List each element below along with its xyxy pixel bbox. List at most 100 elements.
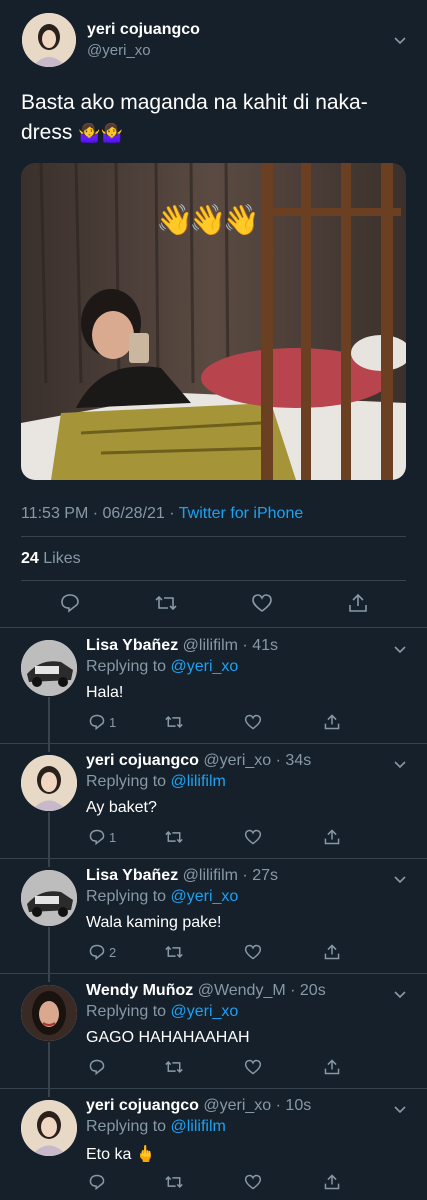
reply-header: yeri cojuangco @yeri_xo · 34s — [86, 752, 311, 770]
divider — [21, 580, 406, 581]
replying-to-label: Replying to — [86, 888, 167, 905]
replying-to-handle[interactable]: @yeri_xo — [171, 888, 239, 905]
separator: · — [169, 505, 175, 522]
like-icon[interactable] — [244, 713, 262, 731]
reply-text: Hala! — [86, 684, 124, 701]
replying-to-handle[interactable]: @lilifilm — [171, 773, 226, 790]
reply-text: Eto ka 🖕 — [86, 1146, 156, 1163]
replying-to-handle[interactable]: @lilifilm — [171, 1118, 226, 1135]
reply-header: Lisa Ybañez @lilifilm · 41s — [86, 637, 278, 655]
reply-author-name[interactable]: yeri cojuangco — [86, 752, 199, 769]
more-options-icon[interactable] — [392, 33, 408, 54]
share-icon[interactable] — [323, 1058, 341, 1076]
shrug-emoji: 🤷‍♀️🤷‍♀️ — [78, 123, 124, 143]
likes-label: Likes — [43, 550, 81, 567]
reply-handle-time[interactable]: @lilifilm · 27s — [183, 867, 278, 884]
tweet-text-word: dress — [21, 121, 73, 144]
more-options-icon[interactable] — [392, 642, 408, 663]
reply-text: GAGO HAHAHAAHAH — [86, 1029, 250, 1046]
replying-to: Replying to @lilifilm — [86, 773, 226, 791]
retweet-icon[interactable] — [154, 592, 178, 614]
like-icon[interactable] — [251, 592, 273, 614]
reply-author-name[interactable]: Lisa Ybañez — [86, 867, 178, 884]
avatar[interactable] — [21, 985, 77, 1041]
reply-header: Lisa Ybañez @lilifilm · 27s — [86, 867, 278, 885]
likes-stat[interactable]: 24 Likes — [21, 550, 81, 568]
reply-icon[interactable] — [88, 1173, 109, 1191]
tweet-date[interactable]: 06/28/21 — [103, 505, 165, 522]
more-options-icon[interactable] — [392, 872, 408, 893]
avatar[interactable] — [21, 640, 77, 696]
more-options-icon[interactable] — [392, 1102, 408, 1123]
avatar[interactable] — [22, 13, 76, 67]
reply-text: Ay baket? — [86, 799, 157, 816]
reply-author-name[interactable]: Wendy Muñoz — [86, 982, 193, 999]
replying-to: Replying to @yeri_xo — [86, 658, 238, 676]
reply-count: 1 — [109, 714, 117, 730]
reply-header: yeri cojuangco @yeri_xo · 10s — [86, 1097, 311, 1115]
retweet-icon[interactable] — [164, 828, 184, 846]
like-icon[interactable] — [244, 943, 262, 961]
author-name[interactable]: yeri cojuangco — [87, 21, 200, 39]
reply-author-name[interactable]: yeri cojuangco — [86, 1097, 199, 1114]
replying-to: Replying to @yeri_xo — [86, 888, 238, 906]
reply-icon[interactable] — [88, 1058, 109, 1076]
retweet-icon[interactable] — [164, 1173, 184, 1191]
avatar[interactable] — [21, 1100, 77, 1156]
replying-to-handle[interactable]: @yeri_xo — [171, 1003, 239, 1020]
divider — [0, 743, 427, 744]
replying-to: Replying to @lilifilm — [86, 1118, 226, 1136]
reply-header: Wendy Muñoz @Wendy_M · 20s — [86, 982, 326, 1000]
divider — [0, 627, 427, 628]
reply-icon[interactable]: 1 — [88, 713, 116, 731]
divider — [0, 858, 427, 859]
wave-emoji-overlay: 👋👋👋 — [156, 204, 260, 237]
tweet-text-line: dress 🤷‍♀️🤷‍♀️ — [21, 118, 411, 148]
replying-to-label: Replying to — [86, 658, 167, 675]
tweet-photo[interactable]: 👋👋👋 — [21, 163, 406, 480]
likes-count: 24 — [21, 550, 39, 567]
avatar[interactable] — [21, 870, 77, 926]
timestamp-row: 11:53 PM · 06/28/21 · Twitter for iPhone — [21, 505, 303, 523]
divider — [0, 1088, 427, 1089]
tweet-time[interactable]: 11:53 PM — [21, 505, 88, 522]
replying-to: Replying to @yeri_xo — [86, 1003, 238, 1021]
reply-text: Wala kaming pake! — [86, 914, 222, 931]
author-handle[interactable]: @yeri_xo — [87, 42, 151, 59]
replying-to-label: Replying to — [86, 1118, 167, 1135]
retweet-icon[interactable] — [164, 943, 184, 961]
reply-handle-time[interactable]: @lilifilm · 41s — [183, 637, 278, 654]
like-icon[interactable] — [244, 1058, 262, 1076]
separator: · — [92, 505, 99, 522]
retweet-icon[interactable] — [164, 713, 184, 731]
reply-handle-time[interactable]: @Wendy_M · 20s — [198, 982, 326, 999]
reply-icon[interactable] — [59, 592, 81, 614]
share-icon[interactable] — [323, 713, 341, 731]
replying-to-label: Replying to — [86, 773, 167, 790]
share-icon[interactable] — [323, 943, 341, 961]
main-action-bar — [0, 592, 427, 616]
reply-handle-time[interactable]: @yeri_xo · 10s — [203, 1097, 311, 1114]
like-icon[interactable] — [244, 1173, 262, 1191]
reply-count: 2 — [109, 944, 117, 960]
like-icon[interactable] — [244, 828, 262, 846]
replying-to-handle[interactable]: @yeri_xo — [171, 658, 239, 675]
divider — [21, 536, 406, 537]
share-icon[interactable] — [323, 1173, 341, 1191]
reply-handle-time[interactable]: @yeri_xo · 34s — [203, 752, 311, 769]
replying-to-label: Replying to — [86, 1003, 167, 1020]
share-icon[interactable] — [323, 828, 341, 846]
reply-icon[interactable]: 1 — [88, 828, 116, 846]
tweet-source-link[interactable]: Twitter for iPhone — [179, 505, 304, 522]
more-options-icon[interactable] — [392, 757, 408, 778]
avatar[interactable] — [21, 755, 77, 811]
retweet-icon[interactable] — [164, 1058, 184, 1076]
tweet-text: Basta ako maganda na kahit di naka- dres… — [21, 88, 411, 148]
reply-icon[interactable]: 2 — [88, 943, 116, 961]
more-options-icon[interactable] — [392, 987, 408, 1008]
reply-author-name[interactable]: Lisa Ybañez — [86, 637, 178, 654]
divider — [0, 973, 427, 974]
tweet-text-line: Basta ako maganda na kahit di naka- — [21, 91, 368, 114]
reply-count: 1 — [109, 829, 117, 845]
share-icon[interactable] — [347, 592, 369, 614]
